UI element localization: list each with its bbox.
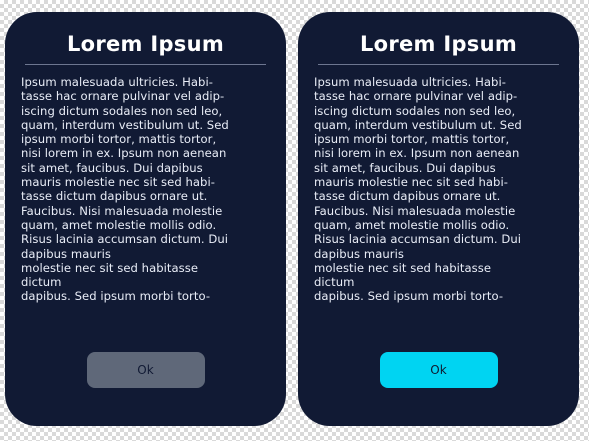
dialog-active: Lorem Ipsum Ipsum malesuada ultricies. H… xyxy=(298,12,579,426)
dialog-title: Lorem Ipsum xyxy=(66,32,225,56)
ok-button[interactable]: Ok xyxy=(379,352,498,388)
dialog-title: Lorem Ipsum xyxy=(359,32,518,56)
dialog-disabled: Lorem Ipsum Ipsum malesuada ultricies. H… xyxy=(5,12,286,426)
divider xyxy=(318,64,559,65)
dialog-body: Ipsum malesuada ultricies. Habi- tasse h… xyxy=(21,75,229,304)
divider xyxy=(25,64,266,65)
dialog-body: Ipsum malesuada ultricies. Habi- tasse h… xyxy=(314,75,522,304)
ok-button-disabled: Ok xyxy=(86,352,205,388)
